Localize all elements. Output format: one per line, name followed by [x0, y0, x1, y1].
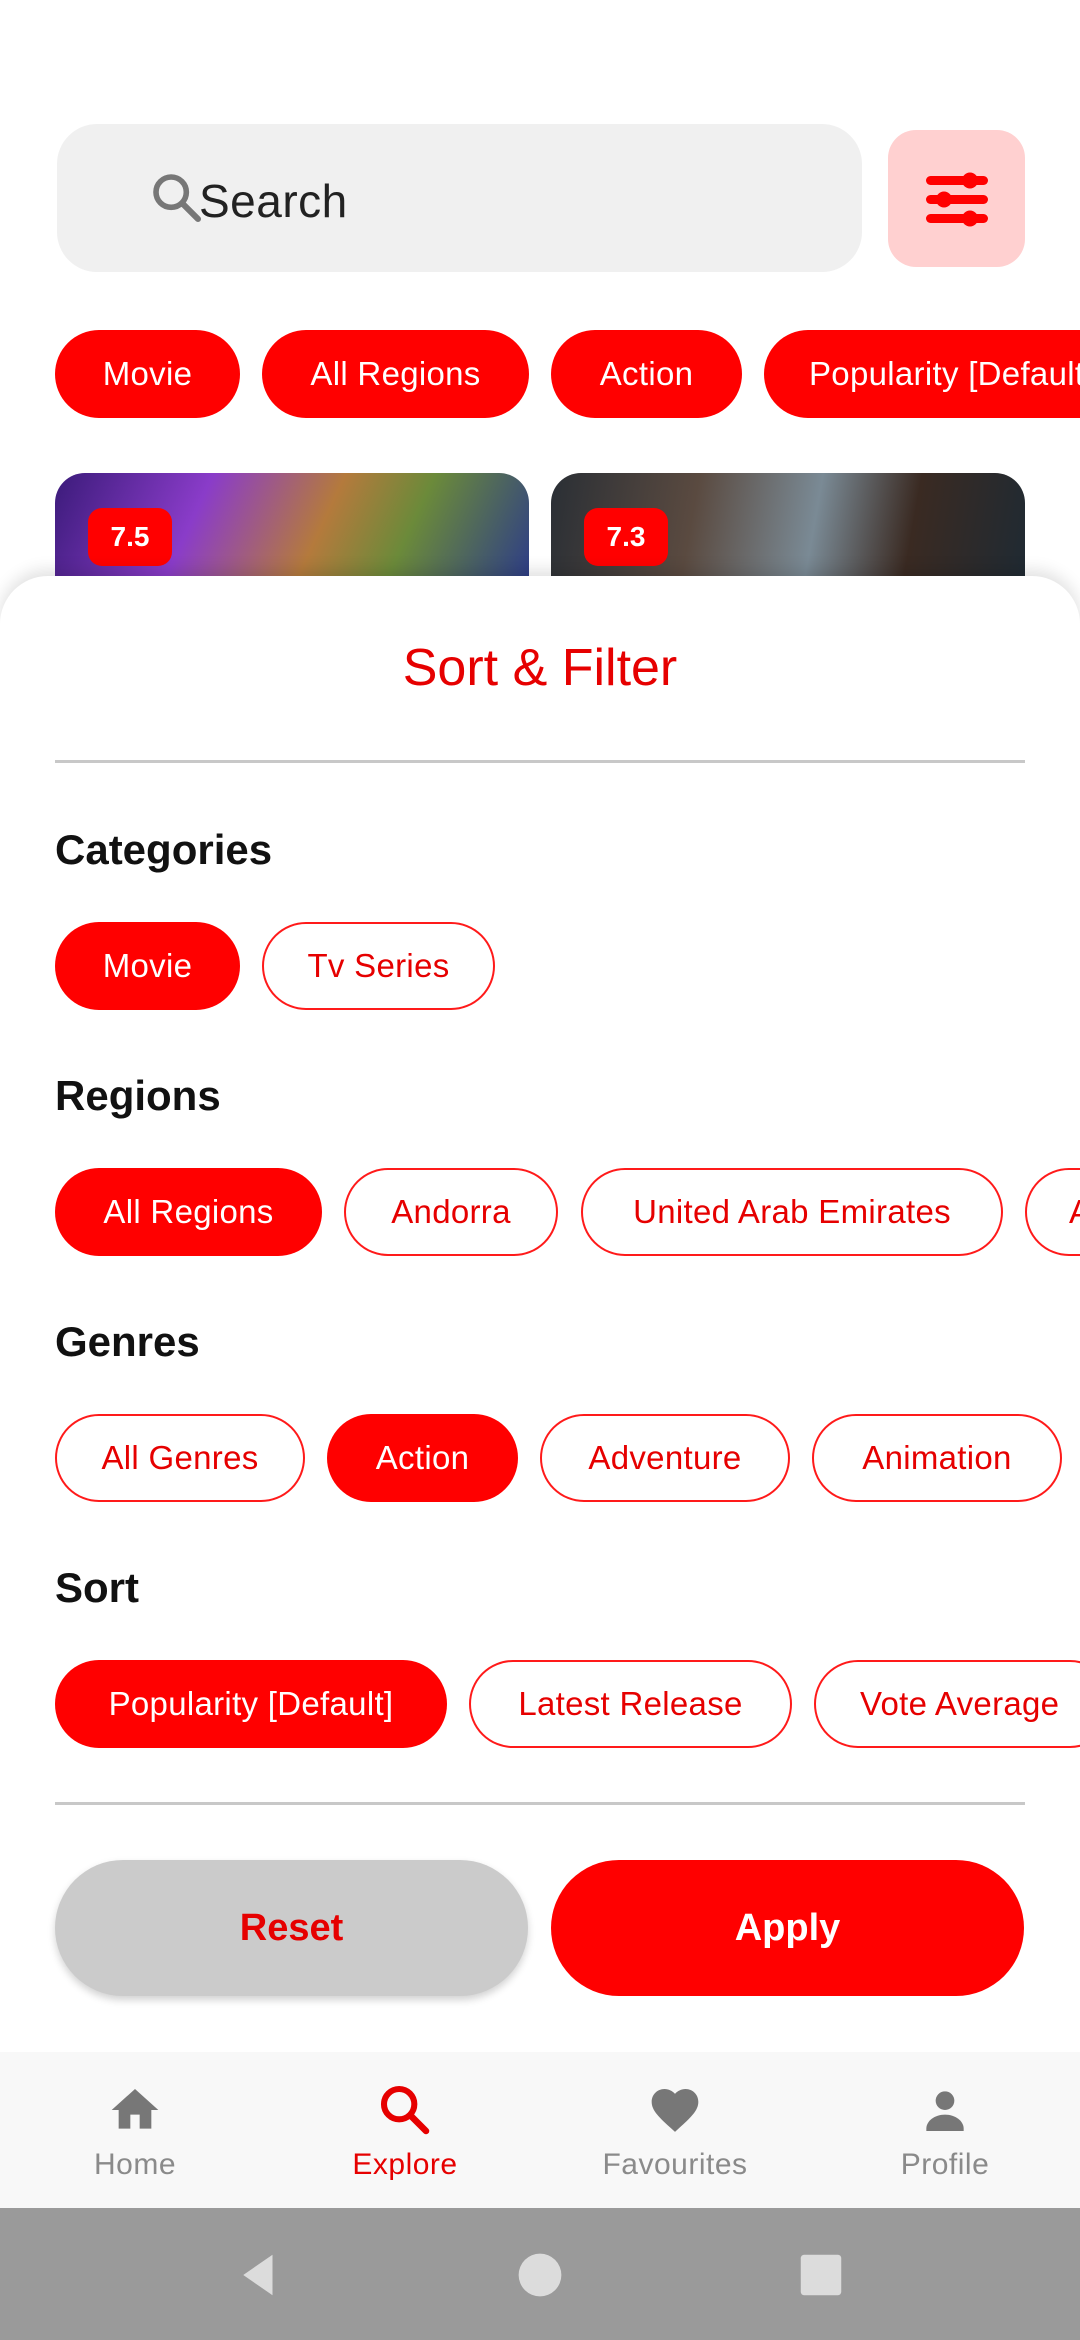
- sheet-title: Sort & Filter: [402, 639, 678, 697]
- active-filter-chip[interactable]: Action: [551, 330, 742, 418]
- explore-screen: Search Movie All Regions Action Populari…: [0, 0, 1080, 2340]
- movie-poster[interactable]: 7.3: [551, 473, 1025, 593]
- region-chip-andorra[interactable]: Andorra: [344, 1168, 558, 1256]
- rating-badge: 7.5: [88, 508, 172, 566]
- region-chip-next[interactable]: Afghanistan: [1025, 1168, 1080, 1256]
- sliders-icon: [925, 172, 988, 226]
- sort-title: Sort: [55, 1564, 139, 1611]
- recents-icon[interactable]: [794, 2248, 848, 2302]
- genres-title: Genres: [55, 1318, 200, 1365]
- rating-badge: 7.3: [584, 508, 668, 566]
- search-bar[interactable]: Search: [57, 124, 862, 272]
- active-filter-chip[interactable]: All Regions: [262, 330, 529, 418]
- genre-chip-all[interactable]: All Genres: [55, 1414, 305, 1502]
- reset-button[interactable]: Reset: [55, 1860, 528, 1996]
- sort-chip-latest-release[interactable]: Latest Release: [469, 1660, 792, 1748]
- search-input[interactable]: Search: [199, 174, 348, 228]
- nav-item-explore[interactable]: Explore: [270, 2052, 540, 2208]
- apply-button[interactable]: Apply: [551, 1860, 1024, 1996]
- nav-label: Profile: [900, 2148, 990, 2181]
- divider: [55, 760, 1025, 763]
- system-navigation-bar: [0, 2208, 1080, 2340]
- active-filter-chip[interactable]: Movie: [55, 330, 240, 418]
- region-chip-uae[interactable]: United Arab Emirates: [581, 1168, 1003, 1256]
- region-chip-all[interactable]: All Regions: [55, 1168, 322, 1256]
- home-icon: [111, 2089, 159, 2129]
- heart-icon: [651, 2089, 699, 2132]
- region-chip-label: Afghanistan: [1069, 1193, 1080, 1231]
- person-icon: [926, 2091, 964, 2131]
- genre-chip-action[interactable]: Action: [327, 1414, 518, 1502]
- nav-item-profile[interactable]: Profile: [810, 2052, 1080, 2208]
- search-icon: [380, 2085, 430, 2135]
- sort-chip-label: Vote Average: [860, 1685, 1060, 1722]
- categories-title: Categories: [55, 826, 273, 873]
- regions-title: Regions: [55, 1072, 221, 1119]
- sort-chip-popularity[interactable]: Popularity [Default]: [55, 1660, 447, 1748]
- sort-filter-sheet: Sort & Filter Categories Movie Tv Series…: [0, 576, 1080, 2052]
- movie-poster[interactable]: 7.5: [55, 473, 529, 593]
- genre-chip-adventure[interactable]: Adventure: [540, 1414, 790, 1502]
- active-filter-chip[interactable]: Popularity [Default]: [764, 330, 1080, 418]
- genre-chip-animation[interactable]: Animation: [812, 1414, 1062, 1502]
- category-chip-tv-series[interactable]: Tv Series: [262, 922, 495, 1010]
- nav-item-home[interactable]: Home: [0, 2052, 270, 2208]
- bottom-navigation: Home Explore Favourites Profile: [0, 2052, 1080, 2208]
- home-circle-icon[interactable]: [513, 2248, 567, 2302]
- nav-label: Favourites: [602, 2148, 748, 2181]
- filter-button[interactable]: [888, 130, 1025, 267]
- nav-label: Explore: [352, 2148, 458, 2181]
- back-icon[interactable]: [232, 2248, 286, 2302]
- category-chip-movie[interactable]: Movie: [55, 922, 240, 1010]
- search-icon: [153, 174, 202, 223]
- nav-label: Home: [93, 2148, 177, 2181]
- divider: [55, 1802, 1025, 1805]
- sort-chip-vote-average[interactable]: Vote Average: [814, 1660, 1080, 1748]
- nav-item-favourites[interactable]: Favourites: [540, 2052, 810, 2208]
